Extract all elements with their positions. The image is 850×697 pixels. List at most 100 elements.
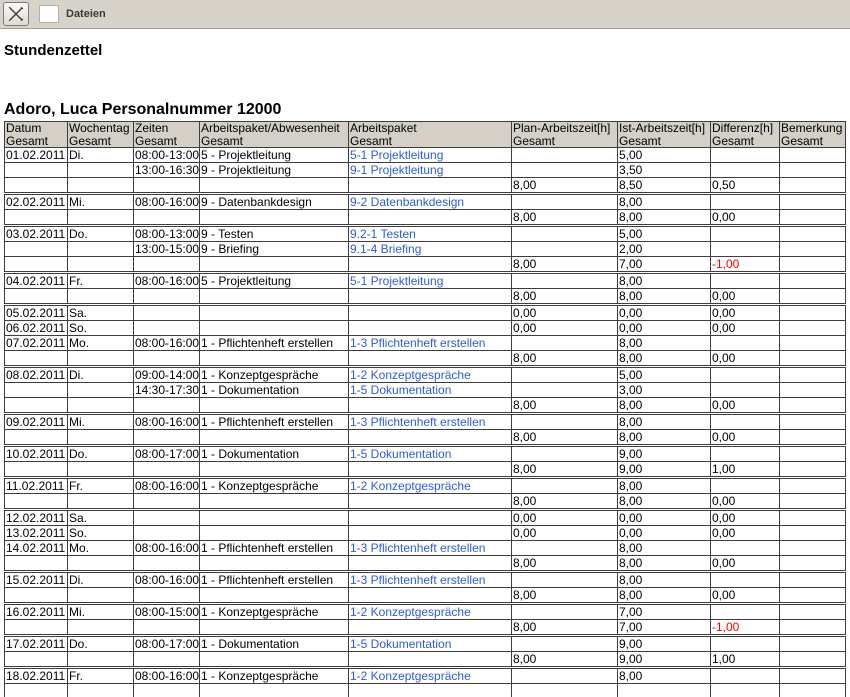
arbeitspaket-link[interactable]: 9.2-1 Testen	[350, 227, 416, 241]
cell-zeiten	[134, 306, 200, 321]
cell-ist: 8,00	[618, 195, 711, 210]
table-row: 8,008,000,00	[5, 494, 846, 509]
cell-differenz	[711, 274, 780, 289]
cell-differenz: 1,00	[711, 462, 780, 477]
cell-wochentag	[68, 588, 134, 603]
cell-zeiten: 08:00-16:00	[134, 479, 200, 494]
cell-differenz: 0,00	[711, 556, 780, 571]
cell-differenz: -1,00	[711, 257, 780, 272]
cell-ist: 9,00	[618, 462, 711, 477]
cell-plan: 0,00	[512, 526, 618, 541]
cell-ist: 9,00	[618, 652, 711, 667]
arbeitspaket-link[interactable]: 1-2 Konzeptgespräche	[350, 669, 471, 683]
cell-arbeitspaket-abwesenheit	[200, 321, 349, 336]
cell-arbeitspaket-abwesenheit	[200, 306, 349, 321]
table-row	[5, 684, 846, 697]
cell-arbeitspaket	[349, 306, 512, 321]
column-header-1: WochentagGesamt	[68, 122, 134, 148]
arbeitspaket-link[interactable]: 1-2 Konzeptgespräche	[350, 605, 471, 619]
cell-plan	[512, 163, 618, 178]
arbeitspaket-link[interactable]: 1-5 Dokumentation	[350, 447, 451, 461]
cell-ist: 8,00	[618, 479, 711, 494]
table-row: 10.02.2011Do.08:00-17:001 - Dokumentatio…	[5, 447, 846, 462]
cell-arbeitspaket-abwesenheit	[200, 257, 349, 272]
arbeitspaket-link[interactable]: 1-5 Dokumentation	[350, 637, 451, 651]
table-row: 8,008,000,00	[5, 289, 846, 304]
arbeitspaket-link[interactable]: 9.1-4 Briefing	[350, 242, 421, 256]
cell-arbeitspaket-abwesenheit	[200, 210, 349, 225]
cell-ist: 8,00	[618, 398, 711, 413]
cell-datum: 09.02.2011	[5, 415, 68, 430]
cell-ist: 8,00	[618, 336, 711, 351]
cell-arbeitspaket-abwesenheit: 1 - Konzeptgespräche	[200, 669, 349, 684]
arbeitspaket-link[interactable]: 9-2 Datenbankdesign	[350, 195, 464, 209]
cell-zeiten	[134, 321, 200, 336]
cell-ist: 8,00	[618, 274, 711, 289]
cell-differenz: 0,50	[711, 178, 780, 193]
column-header-6: Ist-Arbeitszeit[h]Gesamt	[618, 122, 711, 148]
arbeitspaket-link[interactable]: 5-1 Projektleitung	[350, 148, 443, 162]
cell-arbeitspaket	[349, 257, 512, 272]
cell-datum	[5, 398, 68, 413]
cell-bemerkung	[780, 227, 846, 242]
close-button[interactable]	[3, 2, 29, 26]
cell-bemerkung	[780, 306, 846, 321]
cell-arbeitspaket	[349, 321, 512, 336]
arbeitspaket-link[interactable]: 1-3 Pflichtenheft erstellen	[350, 573, 485, 587]
cell-bemerkung	[780, 684, 846, 697]
cell-plan: 8,00	[512, 620, 618, 635]
cell-wochentag	[68, 210, 134, 225]
table-row: 13:00-15:009 - Briefing9.1-4 Briefing2,0…	[5, 242, 846, 257]
arbeitspaket-link[interactable]: 1-3 Pflichtenheft erstellen	[350, 415, 485, 429]
column-header-7: Differenz[h]Gesamt	[711, 122, 780, 148]
cell-arbeitspaket: 1-2 Konzeptgespräche	[349, 605, 512, 620]
arbeitspaket-link[interactable]: 9-1 Projektleitung	[350, 163, 443, 177]
cell-differenz	[711, 242, 780, 257]
cell-arbeitspaket: 9.1-4 Briefing	[349, 242, 512, 257]
cell-plan: 0,00	[512, 306, 618, 321]
cell-arbeitspaket	[349, 462, 512, 477]
cell-ist: 8,00	[618, 415, 711, 430]
cell-bemerkung	[780, 415, 846, 430]
employee-heading: Adoro, Luca Personalnummer 12000	[4, 101, 846, 119]
cell-datum	[5, 494, 68, 509]
arbeitspaket-link[interactable]: 1-2 Konzeptgespräche	[350, 368, 471, 382]
table-row: 13:00-16:309 - Projektleitung9-1 Projekt…	[5, 163, 846, 178]
arbeitspaket-link[interactable]: 5-1 Projektleitung	[350, 274, 443, 288]
arbeitspaket-link[interactable]: 1-3 Pflichtenheft erstellen	[350, 336, 485, 350]
table-body: 01.02.2011Di.08:00-13:005 - Projektleitu…	[5, 148, 846, 697]
cell-differenz: 0,00	[711, 588, 780, 603]
cell-datum: 18.02.2011	[5, 669, 68, 684]
cell-bemerkung	[780, 541, 846, 556]
cell-plan	[512, 669, 618, 684]
cell-wochentag: Fr.	[68, 274, 134, 289]
table-row: 17.02.2011Do.08:00-17:001 - Dokumentatio…	[5, 637, 846, 652]
arbeitspaket-link[interactable]: 1-3 Pflichtenheft erstellen	[350, 541, 485, 555]
cell-ist: 8,00	[618, 494, 711, 509]
table-row: 8,007,00-1,00	[5, 257, 846, 272]
arbeitspaket-link[interactable]: 1-2 Konzeptgespräche	[350, 479, 471, 493]
cell-ist: 0,00	[618, 321, 711, 336]
close-icon	[8, 7, 24, 21]
blank-icon-box[interactable]	[39, 5, 59, 23]
cell-datum	[5, 556, 68, 571]
cell-arbeitspaket: 1-2 Konzeptgespräche	[349, 479, 512, 494]
cell-arbeitspaket-abwesenheit: 1 - Pflichtenheft erstellen	[200, 415, 349, 430]
table-row: 18.02.2011Fr.08:00-16:001 - Konzeptgespr…	[5, 669, 846, 684]
toolbar: Dateien	[0, 0, 850, 29]
table-row: 8,009,001,00	[5, 462, 846, 477]
cell-arbeitspaket	[349, 526, 512, 541]
cell-arbeitspaket-abwesenheit: 1 - Pflichtenheft erstellen	[200, 336, 349, 351]
report-area: Stundenzettel Adoro, Luca Personalnummer…	[0, 42, 850, 697]
cell-ist: 8,50	[618, 178, 711, 193]
cell-ist: 8,00	[618, 573, 711, 588]
cell-plan	[512, 684, 618, 697]
arbeitspaket-link[interactable]: 1-5 Dokumentation	[350, 383, 451, 397]
column-header-2: ZeitenGesamt	[134, 122, 200, 148]
cell-ist: 7,00	[618, 620, 711, 635]
cell-arbeitspaket-abwesenheit: 1 - Konzeptgespräche	[200, 368, 349, 383]
cell-differenz: 0,00	[711, 351, 780, 366]
cell-wochentag	[68, 398, 134, 413]
cell-differenz	[711, 148, 780, 163]
cell-zeiten	[134, 684, 200, 697]
